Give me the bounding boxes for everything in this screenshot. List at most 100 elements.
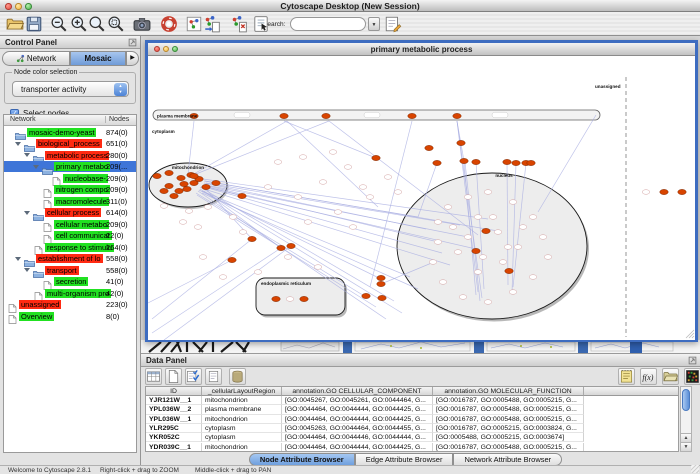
table-cell[interactable]: mitochondrion: [202, 443, 282, 452]
table-cell[interactable]: YPL036W__2: [146, 405, 202, 414]
table-cell[interactable]: [GO:0045263, GO:0044464, GO:0044455, G..…: [282, 424, 433, 433]
snapshot-button[interactable]: [133, 15, 151, 33]
tree-row-multi-organism-pro[interactable]: multi-organism pro42(0): [4, 287, 136, 299]
save-session-button[interactable]: [25, 15, 43, 33]
float-panel-icon[interactable]: [688, 356, 697, 365]
attribute-table[interactable]: ID_cellularLayoutRegionannotation.GO CEL…: [145, 386, 679, 452]
table-cell[interactable]: plasma membrane: [202, 405, 282, 414]
table-cell[interactable]: cytoplasm: [202, 433, 282, 442]
zoom-in-button[interactable]: [70, 15, 88, 33]
data-panel-title-text: Data Panel: [146, 356, 187, 365]
tree-row-transport[interactable]: transport558(0): [4, 264, 136, 276]
table-cell[interactable]: [GO:0016787, GO:0005488, GO:0005215, G..…: [433, 396, 584, 405]
table-cell[interactable]: YDR039C__1: [146, 443, 202, 452]
table-cell[interactable]: [GO:0016787, GO:0005488, GO:0005215, G..…: [433, 415, 584, 424]
new-attribute-button[interactable]: [165, 368, 182, 385]
table-cell[interactable]: [GO:0044464, GO:0044444, GO:0044425, G..…: [282, 415, 433, 424]
disclosure-triangle-icon[interactable]: [24, 211, 30, 215]
table-header-molecular-function[interactable]: annotation.GO MOLECULAR_FUNCTION: [433, 387, 584, 396]
import-attributes-button[interactable]: [662, 368, 679, 385]
zoom-selected-button[interactable]: [107, 15, 125, 33]
table-cell[interactable]: [GO:0044464, GO:0044446, GO:0044444, G..…: [282, 433, 433, 442]
scroll-up-button[interactable]: ▲: [681, 433, 691, 442]
tree-row-metabolic-process[interactable]: metabolic process280(0): [4, 149, 136, 161]
table-cell[interactable]: [GO:0016787, GO:0005488, GO:0005215, G..…: [433, 405, 584, 414]
help-button[interactable]: [160, 15, 178, 33]
scroll-down-button[interactable]: ▼: [681, 442, 691, 451]
tree-row-primary-metabo[interactable]: primary metabo209(...: [4, 161, 136, 173]
tree-row-mosaic-demo-yeast[interactable]: mosaic-demo-yeast874(0): [4, 126, 136, 138]
table-cell[interactable]: mitochondrion: [202, 396, 282, 405]
table-header-cellular-component[interactable]: annotation.GO CELLULAR_COMPONENT: [282, 387, 433, 396]
tree-row-overview[interactable]: Overview8(0): [4, 310, 136, 322]
table-scrollbar[interactable]: ▲ ▼: [680, 386, 692, 452]
float-panel-icon[interactable]: [128, 38, 137, 47]
tree-row-establishment-of-lo[interactable]: establishment of lo558(0): [4, 253, 136, 265]
table-cell[interactable]: [GO:0016787, GO:0005215, GO:0003824, G..…: [433, 424, 584, 433]
attribute-table-button[interactable]: [145, 368, 162, 385]
search-dropdown-arrow[interactable]: ▼: [368, 17, 380, 31]
network-view-titlebar[interactable]: primary metabolic process: [148, 43, 695, 56]
function-builder-button[interactable]: f(x): [640, 368, 657, 385]
search-input[interactable]: [290, 17, 366, 31]
tab-network[interactable]: Network: [2, 51, 70, 66]
tree-row-cell-communicat[interactable]: cell communicat22(0): [4, 230, 136, 242]
zoom-out-button[interactable]: [50, 15, 68, 33]
dropdown-stepper-icon: ▲▼: [114, 83, 127, 96]
table-cell[interactable]: mitochondrion: [202, 415, 282, 424]
network-graph[interactable]: plasma membranecytoplasmmitochondrionnuc…: [148, 57, 695, 340]
unselect-attributes-button[interactable]: [205, 368, 222, 385]
import-attributes-icon: [663, 369, 678, 384]
table-cell[interactable]: YLR295C: [146, 424, 202, 433]
file-icon: [33, 242, 44, 251]
disclosure-triangle-icon[interactable]: [15, 142, 21, 146]
table-cell[interactable]: [GO:0045267, GO:0045261, GO:0044464, G..…: [282, 396, 433, 405]
tree-row-biological-process[interactable]: biological_process651(0): [4, 138, 136, 150]
tree-row-nitrogen-compo[interactable]: nitrogen compo209(0): [4, 184, 136, 196]
tree-col-nodes: Nodes: [105, 116, 129, 123]
disclosure-triangle-icon[interactable]: [24, 268, 30, 272]
tab-mosaic[interactable]: Mosaic: [70, 51, 126, 66]
disclosure-triangle-icon[interactable]: [15, 257, 21, 261]
table-cell[interactable]: YKR052C: [146, 433, 202, 442]
zoom-fit-button[interactable]: [88, 15, 106, 33]
tree-row-macromolecule[interactable]: macromolecule311(0): [4, 195, 136, 207]
disclosure-triangle-icon[interactable]: [24, 153, 30, 157]
open-session-button[interactable]: [6, 15, 24, 33]
delete-attribute-button[interactable]: [229, 368, 246, 385]
tree-row-response-to-stimulu[interactable]: response to stimulu264(0): [4, 241, 136, 253]
formula-copy-button[interactable]: [618, 368, 635, 385]
tree-row-secretion[interactable]: secretion41(0): [4, 276, 136, 288]
table-cell[interactable]: [GO:0005488, GO:0005215, GO:0003674]: [433, 433, 584, 442]
network-canvas[interactable]: plasma membranecytoplasmmitochondrionnuc…: [148, 57, 695, 340]
tree-row-node-count: 280(0): [106, 151, 128, 160]
tree-row-nucleobase[interactable]: nucleobase-209(0): [4, 172, 136, 184]
resize-grip[interactable]: [691, 465, 699, 473]
tab-overflow-arrow[interactable]: ▶: [126, 51, 139, 66]
table-cell[interactable]: YJR121W__1: [146, 396, 202, 405]
node-color-dropdown[interactable]: transporter activity ▲▼: [12, 81, 129, 97]
select-attributes-button[interactable]: [185, 368, 202, 385]
table-cell[interactable]: [GO:0044464, GO:0044444, GO:0044425, G..…: [282, 443, 433, 452]
matrix-view-button[interactable]: [684, 368, 700, 385]
table-cell[interactable]: [GO:0044464, GO:0044444, GO:0044425, G..…: [282, 405, 433, 414]
table-header-region[interactable]: _cellularLayoutRegion: [202, 387, 282, 396]
annotation-button[interactable]: [384, 15, 402, 33]
destroy-network-view-button[interactable]: [230, 15, 248, 33]
tree-row-cellular-process[interactable]: cellular process614(0): [4, 207, 136, 219]
table-header-id[interactable]: ID: [146, 387, 202, 396]
tree-row-label: biological_process: [36, 139, 102, 148]
table-cell[interactable]: YPL036W__1: [146, 415, 202, 424]
vizmapper-button[interactable]: [252, 15, 270, 33]
scrollbar-thumb[interactable]: [682, 389, 690, 411]
tree-row-cellular-metabo[interactable]: cellular metabo209(0): [4, 218, 136, 230]
network-button[interactable]: [185, 15, 203, 33]
tree-row-unassigned[interactable]: unassigned223(0): [4, 299, 136, 311]
file-icon: [7, 300, 18, 309]
network-tree[interactable]: Network Nodes mosaic-demo-yeast874(0)bio…: [3, 114, 137, 453]
table-cell[interactable]: cytoplasm: [202, 424, 282, 433]
table-cell[interactable]: [GO:0016787, GO:0005488, GO:0005215, G..…: [433, 443, 584, 452]
create-network-view-button[interactable]: [203, 15, 221, 33]
file-icon: [51, 173, 62, 182]
disclosure-triangle-icon[interactable]: [33, 165, 39, 169]
